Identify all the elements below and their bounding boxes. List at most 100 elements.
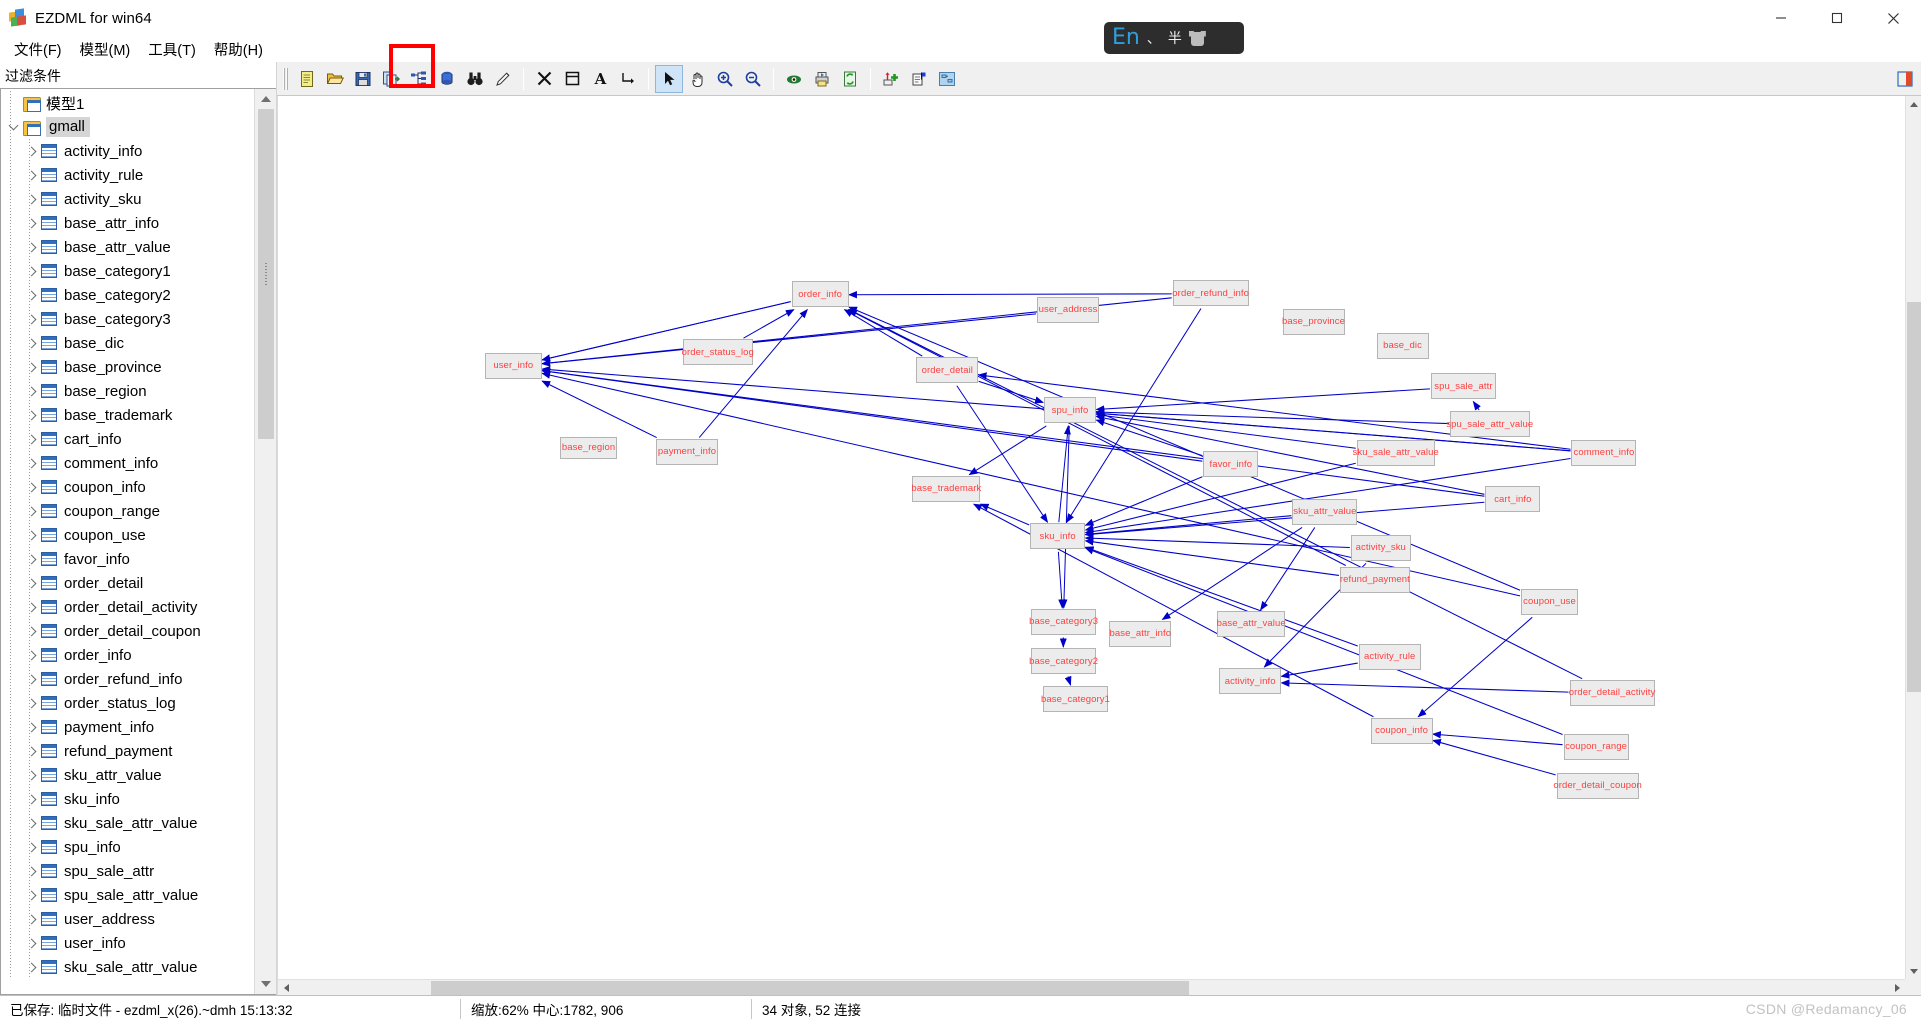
entity-cart_info[interactable]: cart_info [1485,486,1541,513]
entity-payment_info[interactable]: payment_info [656,438,719,465]
tree-item-activity_sku[interactable]: activity_sku [1,187,254,211]
entity-coupon_use[interactable]: coupon_use [1521,588,1578,615]
entity-base_attr_info[interactable]: base_attr_info [1109,620,1172,647]
canvas-vscroll-thumb[interactable] [1907,302,1921,692]
canvas-hscroll-thumb[interactable] [431,981,1189,995]
close-button[interactable] [1865,0,1921,36]
tree-item-order_detail_activity[interactable]: order_detail_activity [1,595,254,619]
chevron-right-icon[interactable] [23,890,41,900]
relation-sku_info-to-base_trademark[interactable] [979,503,1030,526]
canvas-scroll-down-button[interactable] [1906,963,1921,979]
canvas-horizontal-scrollbar[interactable] [278,979,1905,995]
tree-item-sku_sale_attr_value[interactable]: sku_sale_attr_value [1,811,254,835]
chevron-right-icon[interactable] [23,602,41,612]
entity-order_detail[interactable]: order_detail [916,357,979,384]
text-a-icon[interactable]: A [586,65,614,93]
tree-item-base_dic[interactable]: base_dic [1,331,254,355]
shirt-icon[interactable] [1189,31,1206,46]
relation-spu_info-to-base_trademark[interactable] [968,425,1047,476]
relation-spu_sale_attr_value-to-spu_sale_attr[interactable] [1472,400,1481,411]
tree-item-user_info[interactable]: user_info [1,931,254,955]
entity-order_detail_coupon[interactable]: order_detail_coupon [1553,772,1642,799]
entity-base_province[interactable]: base_province [1282,308,1345,335]
tree-item-refund_payment[interactable]: refund_payment [1,739,254,763]
entity-user_info[interactable]: user_info [484,352,542,379]
tree-item-order_refund_info[interactable]: order_refund_info [1,667,254,691]
entity-base_dic[interactable]: base_dic [1376,332,1429,359]
entity-user_address[interactable]: user_address [1037,296,1100,323]
relation-spu_sale_attr-to-spu_info[interactable] [1095,388,1430,413]
chevron-right-icon[interactable] [23,530,41,540]
chevron-right-icon[interactable] [23,938,41,948]
relation-arrow-icon[interactable] [614,65,642,93]
tree-item-order_status_log[interactable]: order_status_log [1,691,254,715]
tree-item-order_detail_coupon[interactable]: order_detail_coupon [1,619,254,643]
tree-item-sku_sale_attr_value[interactable]: sku_sale_attr_value [1,955,254,979]
chevron-right-icon[interactable] [23,914,41,924]
entity-activity_sku[interactable]: activity_sku [1350,534,1411,561]
cursor-arrow-icon[interactable] [655,64,683,93]
tree-scroll-up-button[interactable] [255,89,276,109]
zoom-in-icon[interactable] [711,65,739,93]
entity-base_region[interactable]: base_region [560,436,618,459]
tree-item-gmall[interactable]: gmall [1,115,254,139]
entity-coupon_range[interactable]: coupon_range [1563,733,1629,760]
model-tree[interactable]: 模型1 gmall activity_info activity_rule activi… [1,89,254,994]
chevron-right-icon[interactable] [23,290,41,300]
relation-order_detail_coupon-to-coupon_info[interactable] [1431,739,1556,776]
chevron-right-icon[interactable] [23,314,41,324]
chevron-right-icon[interactable] [23,170,41,180]
entity-favor_info[interactable]: favor_info [1203,451,1259,478]
chevron-right-icon[interactable] [23,962,41,972]
chevron-right-icon[interactable] [23,866,41,876]
tree-item-coupon_use[interactable]: coupon_use [1,523,254,547]
tree-item-user_address[interactable]: user_address [1,907,254,931]
chevron-down-icon[interactable] [5,120,23,131]
chevron-right-icon[interactable] [23,506,41,516]
tree-item-spu_sale_attr_value[interactable]: spu_sale_attr_value [1,883,254,907]
entity-comment_info[interactable]: comment_info [1571,439,1637,466]
tree-item-comment_info[interactable]: comment_info [1,451,254,475]
relation-coupon_use-to-user_info[interactable] [541,371,1521,597]
relation-sku_attr_value-to-sku_info[interactable] [1084,515,1292,538]
refresh-page-icon[interactable] [836,65,864,93]
tree-item-base_category1[interactable]: base_category1 [1,259,254,283]
tree-item-模型1[interactable]: 模型1 [1,91,254,115]
tree-item-base_province[interactable]: base_province [1,355,254,379]
tree-item-coupon_info[interactable]: coupon_info [1,475,254,499]
relation-payment_info-to-user_info[interactable] [541,380,657,439]
entity-base_category1[interactable]: base_category1 [1041,686,1110,713]
ime-punctuation-toggle[interactable]: 、 [1147,31,1161,45]
chevron-right-icon[interactable] [23,218,41,228]
tree-item-favor_info[interactable]: favor_info [1,547,254,571]
relation-coupon_use-to-coupon_info[interactable] [1417,616,1533,718]
zoom-out-icon[interactable] [739,65,767,93]
tree-scroll-down-button[interactable] [255,974,276,994]
canvas-scroll-left-button[interactable] [278,980,294,995]
chevron-right-icon[interactable] [23,434,41,444]
chevron-right-icon[interactable] [23,194,41,204]
chevron-right-icon[interactable] [23,242,41,252]
entity-refund_payment[interactable]: refund_payment [1340,566,1410,593]
printer-icon[interactable] [808,65,836,93]
entity-base_category3[interactable]: base_category3 [1029,608,1098,635]
relation-cart_info-to-sku_info[interactable] [1084,501,1485,538]
tree-item-base_region[interactable]: base_region [1,379,254,403]
tree-scroll-thumb[interactable] [258,109,274,439]
minimize-button[interactable] [1753,0,1809,36]
x-cross-icon[interactable] [530,65,558,93]
chevron-right-icon[interactable] [23,410,41,420]
menu-file[interactable]: 文件(F) [6,37,72,62]
menu-model[interactable]: 模型(M) [72,37,141,62]
canvas-blue-icon[interactable] [933,65,961,93]
entity-order_info[interactable]: order_info [791,281,849,308]
canvas-vertical-scrollbar[interactable] [1905,96,1921,979]
tree-layout-icon[interactable] [405,65,433,93]
tree-item-base_attr_info[interactable]: base_attr_info [1,211,254,235]
tree-item-spu_info[interactable]: spu_info [1,835,254,859]
chevron-right-icon[interactable] [23,794,41,804]
new-document-icon[interactable] [293,65,321,93]
diagram-canvas-area[interactable]: order_info order_refund_info user_address b… [277,96,1921,995]
hand-pan-icon[interactable] [683,65,711,93]
maximize-button[interactable] [1809,0,1865,36]
